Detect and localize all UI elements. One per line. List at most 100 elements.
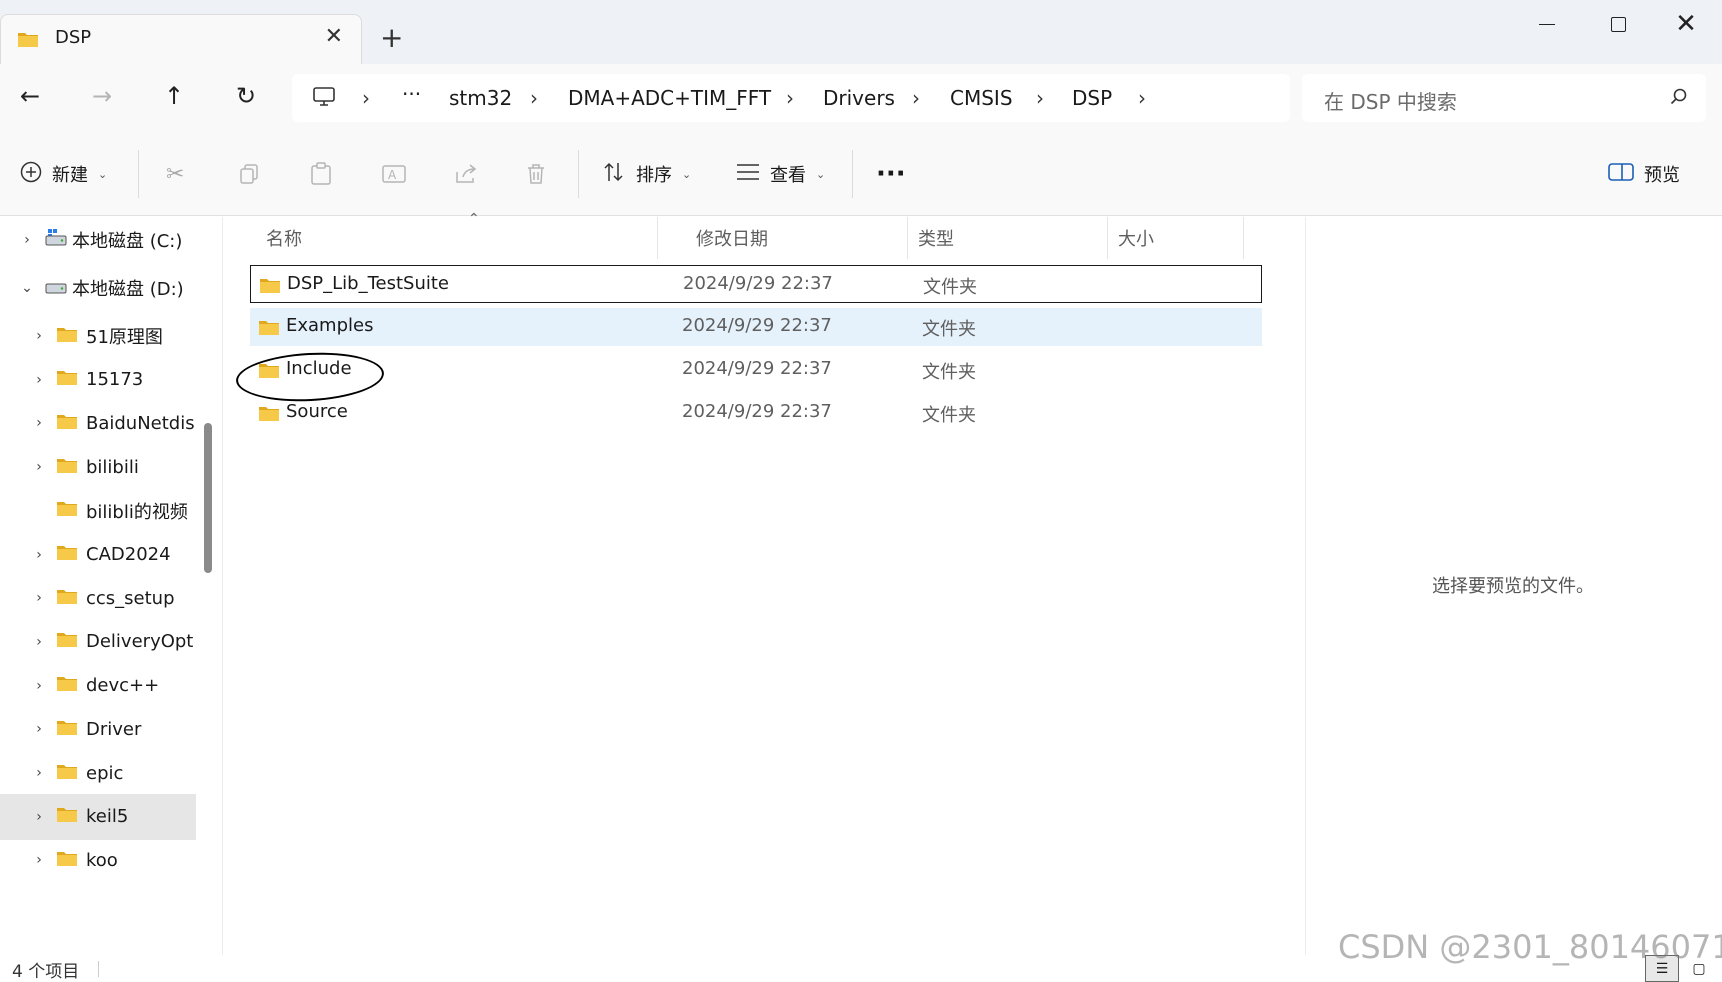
- breadcrumb-cmsis[interactable]: CMSIS: [950, 86, 1013, 110]
- breadcrumb-separator[interactable]: ›: [530, 86, 538, 110]
- chevron-right-icon[interactable]: ›: [32, 809, 46, 825]
- svg-text:A: A: [388, 168, 397, 182]
- sort-button[interactable]: 排序 ⌄: [602, 132, 691, 216]
- breadcrumb-separator[interactable]: ›: [1138, 86, 1146, 110]
- chevron-right-icon[interactable]: ›: [32, 547, 46, 563]
- maximize-button[interactable]: [1588, 6, 1648, 42]
- paste-icon[interactable]: [310, 132, 332, 216]
- column-header-type[interactable]: 类型: [908, 217, 1108, 259]
- chevron-right-icon[interactable]: ›: [32, 634, 46, 650]
- sidebar-item-drive-d[interactable]: ⌄ 本地磁盘 (D:): [0, 265, 196, 311]
- sidebar-item-label: Driver: [86, 718, 142, 740]
- breadcrumb-dsp[interactable]: DSP: [1072, 86, 1112, 110]
- search-icon[interactable]: [1670, 88, 1688, 110]
- sidebar-item-folder[interactable]: › bilibili: [0, 444, 196, 490]
- file-name: DSP_Lib_TestSuite: [287, 273, 450, 294]
- sidebar-item-folder[interactable]: › devc++: [0, 663, 196, 709]
- sidebar-item-folder[interactable]: › BaiduNetdis: [0, 400, 196, 446]
- sidebar-item-folder[interactable]: › 15173: [0, 357, 196, 403]
- sidebar-scrollbar[interactable]: [204, 423, 212, 573]
- chevron-right-icon[interactable]: ›: [20, 232, 34, 248]
- chevron-right-icon[interactable]: ›: [32, 678, 46, 694]
- sidebar-item-label: devc++: [86, 675, 160, 697]
- breadcrumb-separator[interactable]: ›: [786, 86, 794, 110]
- chevron-right-icon[interactable]: ›: [32, 372, 46, 388]
- back-button[interactable]: ←: [10, 82, 50, 110]
- sidebar-item-folder[interactable]: › Driver: [0, 706, 196, 752]
- folder-icon: [56, 630, 78, 653]
- breadcrumb-more[interactable]: ···: [402, 82, 421, 106]
- forward-button[interactable]: →: [82, 82, 122, 110]
- chevron-right-icon[interactable]: ›: [32, 590, 46, 606]
- breadcrumb-project[interactable]: DMA+ADC+TIM_FFT: [568, 86, 771, 110]
- sidebar-item-folder[interactable]: › keil5: [0, 793, 196, 840]
- file-modified-date: 2024/9/29 22:37: [682, 401, 832, 422]
- computer-icon[interactable]: [312, 86, 336, 112]
- copy-icon[interactable]: [238, 132, 260, 216]
- breadcrumb-separator[interactable]: ›: [362, 86, 370, 110]
- pane-divider[interactable]: [222, 217, 223, 955]
- view-button[interactable]: 查看 ⌄: [736, 132, 825, 216]
- share-icon[interactable]: [454, 132, 478, 216]
- navigation-pane[interactable]: › 本地磁盘 (C:) ⌄ 本地磁盘 (D:) › 51原理图 › 15173 › Bai…: [0, 217, 218, 955]
- preview-pane-divider[interactable]: [1305, 217, 1306, 955]
- folder-icon: [56, 718, 78, 741]
- search-input[interactable]: 在 DSP 中搜索: [1302, 74, 1706, 122]
- cut-icon[interactable]: ✂: [166, 132, 184, 216]
- table-row[interactable]: DSP_Lib_TestSuite 2024/9/29 22:37 文件夹: [250, 265, 1262, 303]
- minimize-button[interactable]: [1517, 6, 1577, 42]
- up-button[interactable]: ↑: [154, 82, 194, 110]
- table-row[interactable]: Source 2024/9/29 22:37 文件夹: [250, 394, 1262, 432]
- more-options-button[interactable]: ···: [876, 132, 906, 216]
- breadcrumb-separator[interactable]: ›: [1036, 86, 1044, 110]
- folder-icon: [56, 587, 78, 610]
- chevron-down-icon: ⌄: [98, 167, 108, 181]
- folder-icon: [56, 805, 78, 828]
- sidebar-item-folder[interactable]: › epic: [0, 750, 196, 796]
- address-bar[interactable]: › ··· stm32 › DMA+ADC+TIM_FFT › Drivers …: [292, 74, 1290, 122]
- sidebar-item-label: epic: [86, 762, 124, 784]
- sidebar-item-folder[interactable]: › ccs_setup: [0, 575, 196, 621]
- navigation-bar: ← → ↑ ↻ › ··· stm32 › DMA+ADC+TIM_FFT › …: [0, 64, 1722, 132]
- table-row[interactable]: Examples 2024/9/29 22:37 文件夹: [250, 308, 1262, 346]
- chevron-right-icon[interactable]: ›: [32, 459, 46, 475]
- refresh-button[interactable]: ↻: [226, 82, 266, 110]
- chevron-right-icon[interactable]: ›: [32, 765, 46, 781]
- column-header-size[interactable]: 大小: [1108, 217, 1244, 259]
- sidebar-item-label: keil5: [86, 806, 129, 828]
- sidebar-item-folder[interactable]: › DeliveryOpt: [0, 619, 196, 665]
- sidebar-item-label: ccs_setup: [86, 587, 175, 609]
- new-button[interactable]: 新建 ⌄: [20, 132, 107, 216]
- close-window-button[interactable]: ✕: [1656, 6, 1716, 42]
- maximize-icon: [1610, 16, 1626, 32]
- toolbar-divider: [138, 150, 139, 198]
- breadcrumb-drivers[interactable]: Drivers: [823, 86, 895, 110]
- delete-icon[interactable]: [526, 132, 546, 216]
- chevron-right-icon[interactable]: ›: [32, 721, 46, 737]
- search-placeholder: 在 DSP 中搜索: [1324, 90, 1457, 114]
- preview-button[interactable]: 预览: [1608, 132, 1680, 216]
- folder-icon: [56, 543, 78, 566]
- rename-icon[interactable]: A: [382, 132, 408, 216]
- table-row[interactable]: Include 2024/9/29 22:37 文件夹: [250, 351, 1262, 389]
- sidebar-item-drive-c[interactable]: › 本地磁盘 (C:): [0, 217, 196, 263]
- tab-title: DSP: [55, 27, 92, 48]
- chevron-down-icon: ⌄: [682, 167, 692, 181]
- new-tab-button[interactable]: +: [380, 20, 403, 56]
- tab-dsp[interactable]: DSP ✕: [0, 14, 362, 64]
- breadcrumb-separator[interactable]: ›: [912, 86, 920, 110]
- sidebar-item-folder[interactable]: › 51原理图: [0, 313, 196, 359]
- sidebar-item-folder[interactable]: bilibli的视频: [0, 488, 196, 534]
- tab-close-icon[interactable]: ✕: [325, 24, 343, 49]
- sidebar-item-folder[interactable]: › CAD2024: [0, 532, 196, 578]
- file-list[interactable]: ⌃ 名称 修改日期 类型 大小 DSP_Lib_TestSuite 2024/9/…: [224, 211, 1304, 955]
- chevron-right-icon[interactable]: ›: [32, 415, 46, 431]
- chevron-right-icon[interactable]: ›: [32, 852, 46, 868]
- column-header-date[interactable]: 修改日期: [686, 217, 908, 259]
- breadcrumb-stm32[interactable]: stm32: [449, 86, 512, 110]
- sidebar-item-folder[interactable]: › koo: [0, 837, 196, 883]
- chevron-down-icon[interactable]: ⌄: [20, 280, 34, 296]
- sidebar-item-label: 本地磁盘 (D:): [72, 279, 184, 300]
- chevron-right-icon[interactable]: ›: [32, 328, 46, 344]
- column-header-name[interactable]: 名称: [256, 217, 658, 259]
